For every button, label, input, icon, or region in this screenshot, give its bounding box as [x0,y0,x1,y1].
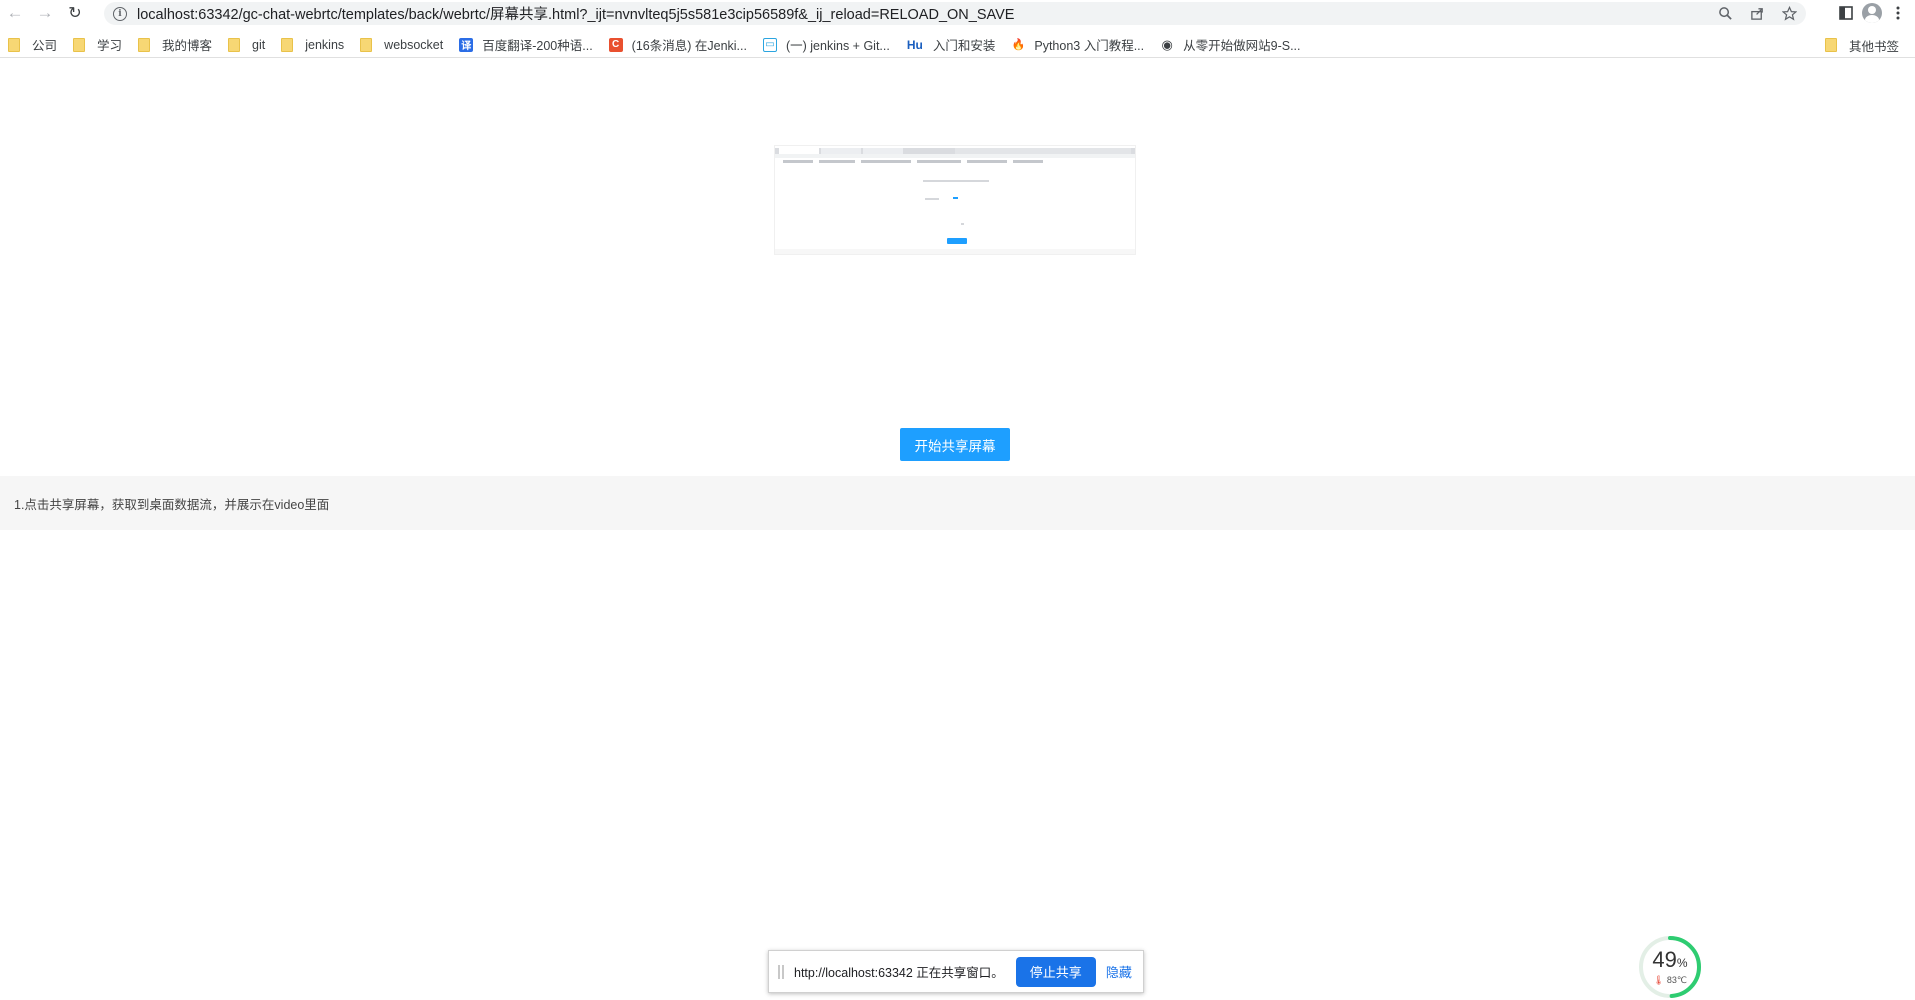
preview-address-bar [775,154,1135,158]
reload-icon: ↻ [68,5,82,22]
bookmark-star-icon[interactable] [1778,3,1800,25]
address-bar[interactable]: i localhost:63342/gc-chat-webrtc/templat… [104,2,1806,25]
folder-icon [360,37,373,52]
address-bar-url[interactable]: localhost:63342/gc-chat-webrtc/templates… [137,3,1014,24]
profile-button[interactable] [1861,2,1883,24]
arrow-left-icon: ← [6,3,24,22]
bookmark-item[interactable]: 译百度翻译-200种语... [451,33,600,57]
stop-share-button[interactable]: 停止共享 [1015,956,1096,987]
zoom-icon[interactable] [1714,3,1736,25]
drag-handle-icon[interactable] [778,964,784,979]
preview-mark [917,160,961,163]
bookmark-item[interactable]: 🔥 Python3 入门教程... [1003,33,1152,57]
bookmark-item[interactable]: websocket [352,33,451,57]
bookmark-item[interactable]: ▭ (一) jenkins + Git... [755,33,898,57]
folder-icon [281,37,294,52]
preview-mark [1013,160,1043,163]
address-bar-actions [1714,2,1800,25]
preview-line [923,180,989,182]
note-block: 1.点击共享屏幕，获取到桌面数据流，并展示在video里面 [0,476,1915,530]
folder-icon [228,37,241,52]
folder-icon [138,37,151,52]
video-preview [774,145,1136,255]
preview-mark [819,160,855,163]
preview-button [947,238,967,244]
preview-line [925,198,939,200]
bookmark-item[interactable]: C (16条消息) 在Jenki... [601,33,755,57]
folder-icon [73,37,86,52]
preview-note-block [775,249,1135,254]
bookmark-item[interactable]: 公司 [0,33,65,57]
screen-share-bar: http://localhost:63342 正在共享窗口。 停止共享 隐藏 [768,950,1144,993]
bookmark-item[interactable]: 我的博客 [130,33,220,57]
cpu-percent: 49% [1652,947,1688,972]
share-message: http://localhost:63342 正在共享窗口。 [794,966,1004,980]
start-share-button[interactable]: 开始共享屏幕 [900,428,1010,461]
cpu-temperature: 🌡 83℃ [1652,975,1688,985]
translate-icon: 译 [459,37,474,52]
hu-icon: Hu [905,37,924,52]
preview-bookmarks [775,160,1135,163]
folder-icon [1824,38,1837,52]
reload-button[interactable]: ↻ [60,0,90,26]
globe-icon: ◉ [1160,36,1175,52]
forward-button[interactable]: → [30,0,60,26]
other-bookmarks[interactable]: 其他书签 [1817,33,1907,57]
thermometer-icon: 🌡 [1652,975,1665,985]
hide-link[interactable]: 隐藏 [1106,962,1132,981]
bookmarks-bar: 公司 学习 我的博客 git jenkins websocket 译百度翻译-2… [0,32,1915,58]
cpu-monitor-widget[interactable]: 49% 🌡 83℃ [1637,934,1703,1000]
flame-icon: 🔥 [1011,37,1026,52]
bilibili-icon: ▭ [762,37,777,52]
bookmark-item[interactable]: jenkins [273,33,352,57]
bookmark-item[interactable]: Hu 入门和安装 [898,33,1004,57]
avatar-icon [1862,3,1882,23]
bookmark-item[interactable]: git [220,33,273,57]
preview-mark [967,160,1007,163]
preview-mark [861,160,911,163]
bookmark-item[interactable]: ◉ 从零开始做网站9-S... [1152,33,1308,57]
csdn-icon: C [608,37,623,52]
side-panel-icon[interactable] [1835,2,1857,24]
toolbar-right [1835,0,1915,26]
bookmark-item[interactable]: 学习 [65,33,130,57]
preview-mark [783,160,813,163]
browser-toolbar: ← → ↻ i localhost:63342/gc-chat-webrtc/t… [0,0,1915,26]
preview-line [961,223,964,225]
arrow-right-icon: → [36,3,54,22]
share-icon[interactable] [1746,3,1768,25]
note-text: 1.点击共享屏幕，获取到桌面数据流，并展示在video里面 [14,497,330,512]
info-icon[interactable]: i [113,6,127,21]
menu-kebab-icon[interactable] [1887,2,1909,24]
back-button[interactable]: ← [0,0,30,26]
preview-line [953,197,958,199]
folder-icon [8,37,20,52]
